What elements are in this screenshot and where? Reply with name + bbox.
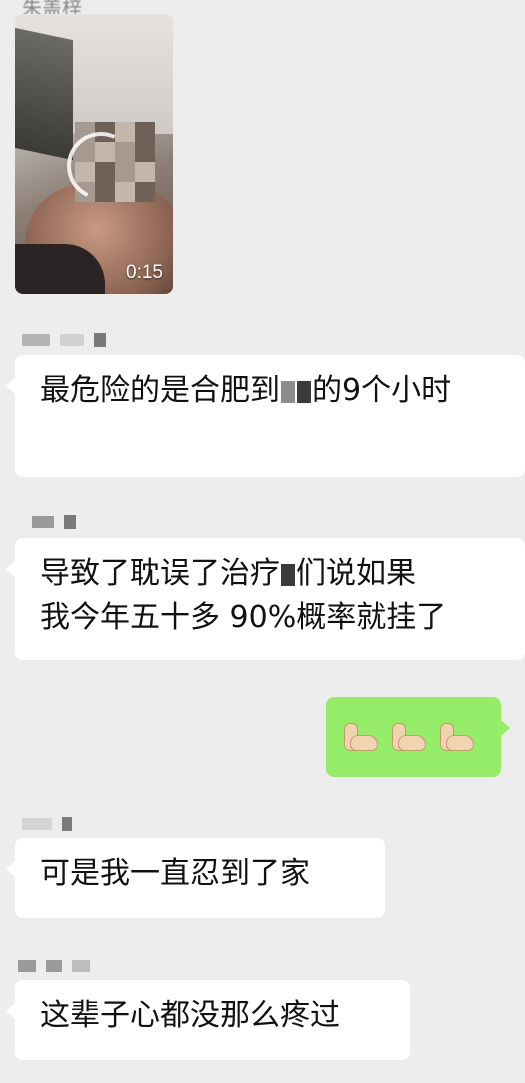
video-message[interactable]: 0:15 xyxy=(15,14,173,294)
sender-name-masked xyxy=(32,514,76,530)
sender-name-masked xyxy=(22,332,106,348)
flexed-biceps-icon xyxy=(342,721,378,753)
sender-name-masked xyxy=(18,958,90,974)
message-text: 可是我一直忍到了家 xyxy=(40,856,310,891)
video-thumbnail-window xyxy=(15,27,73,161)
redaction-mosaic xyxy=(281,380,295,403)
video-duration: 0:15 xyxy=(126,262,163,283)
outgoing-message-bubble[interactable] xyxy=(326,697,510,777)
message-bubble[interactable]: 导致了耽误了治疗 们说如果 我今年五十多 90%概率就挂了 xyxy=(6,538,525,660)
redaction-mosaic xyxy=(281,563,295,586)
sender-name-masked xyxy=(22,816,72,832)
emoji-sequence xyxy=(338,697,489,777)
message-text: 最危险的是合肥到 的9个小时 xyxy=(40,373,452,408)
message-text: 导致了耽误了治疗 们说如果 我今年五十多 90%概率就挂了 xyxy=(40,556,447,635)
message-bubble[interactable]: 最危险的是合肥到 的9个小时 xyxy=(6,355,525,477)
message-bubble[interactable]: 这辈子心都没那么疼过 xyxy=(6,980,410,1060)
flexed-biceps-icon xyxy=(438,721,474,753)
message-text: 这辈子心都没那么疼过 xyxy=(40,998,340,1033)
flexed-biceps-icon xyxy=(390,721,426,753)
message-bubble[interactable]: 可是我一直忍到了家 xyxy=(6,838,385,918)
redaction-mosaic xyxy=(297,380,311,403)
